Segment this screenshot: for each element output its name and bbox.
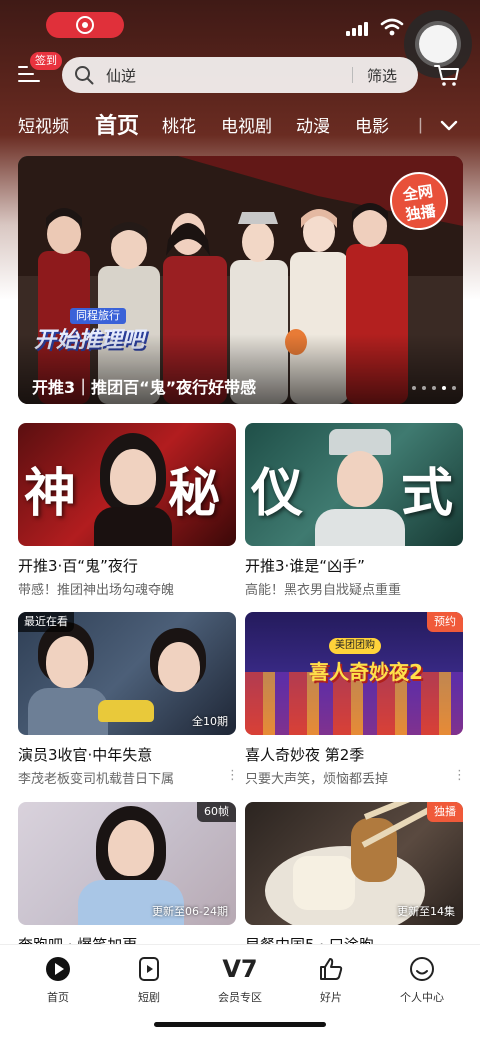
video-subtitle: 高能！黑衣男自戕疑点重重 (245, 583, 402, 598)
thumbnail-overlay-text: 仪 (251, 463, 304, 524)
tab-tv-series[interactable]: 电视剧 (221, 112, 272, 137)
nav-label: 会员专区 (218, 991, 262, 1004)
episode-count: 全10期 (192, 715, 228, 728)
update-status: 更新至06-24期 (152, 905, 228, 918)
video-card[interactable]: 神 秘 开推3·百“鬼”夜行 带感！推团神出场勾魂夺魄 (18, 423, 236, 603)
carousel-dot (422, 386, 426, 390)
exclusive-badge-line1: 全网 (401, 182, 434, 205)
nav-label: 首页 (47, 991, 69, 1004)
smiley-icon (410, 957, 434, 981)
tab-home[interactable]: 首页 (95, 108, 139, 140)
status-bar (0, 0, 480, 78)
chevron-down-icon[interactable] (437, 114, 461, 138)
nav-vip[interactable]: V7 会员专区 (200, 955, 280, 1011)
video-card[interactable]: 独播 更新至14集 早餐中国5 · 口涂胞 (245, 802, 463, 954)
search-query-text[interactable]: 仙逆 (106, 65, 136, 86)
signin-badge[interactable]: 签到 (30, 52, 62, 70)
nav-home[interactable]: 首页 (18, 955, 98, 1011)
sponsor-tag: 美团团购 (329, 638, 381, 654)
video-thumbnail[interactable]: 仪 式 (245, 423, 463, 546)
search-icon (75, 66, 94, 85)
figure-body (28, 688, 108, 735)
tab-movies[interactable]: 电影 (355, 112, 389, 137)
figure-face (337, 451, 383, 507)
cart-icon[interactable] (434, 63, 460, 87)
thumbs-up-icon (320, 958, 343, 980)
screen-record-indicator[interactable] (46, 12, 124, 38)
more-options-icon[interactable]: ⋮ (453, 768, 466, 783)
nav-label: 好片 (320, 991, 342, 1004)
tab-anime[interactable]: 动漫 (296, 112, 330, 137)
v7-vip-icon: V7 (222, 955, 258, 983)
home-indicator[interactable] (154, 1022, 326, 1027)
reserve-tag: 预约 (427, 612, 463, 632)
video-card[interactable]: 最近在看 全10期 演员3收官·中年失意 李茂老板变司机载昔日下属 ⋮ (18, 612, 239, 792)
video-card[interactable]: 美团团购 喜人奇妙夜2 预约 喜人奇妙夜 第2季 只要大声笑，烦恼都丢掉 ⋮ (245, 612, 466, 792)
video-thumbnail[interactable]: 60帧 更新至06-24期 (18, 802, 236, 925)
show-logo-text: 喜人奇妙夜2 (309, 660, 423, 684)
video-subtitle: 只要大声笑，烦恼都丢掉 (245, 772, 389, 787)
video-title[interactable]: 开推3·谁是“凶手” (245, 555, 463, 576)
figure-body (94, 507, 172, 546)
video-title[interactable]: 开推3·百“鬼”夜行 (18, 555, 236, 576)
nav-good-films[interactable]: 好片 (291, 955, 371, 1011)
figure-face (46, 636, 88, 688)
figure-face (110, 449, 156, 505)
nav-label: 个人中心 (400, 991, 444, 1004)
tab-peach-blossom[interactable]: 桃花 (162, 112, 196, 137)
toy-taxi (98, 700, 154, 722)
wifi-icon (380, 18, 404, 36)
tab-short-video[interactable]: 短视频 (18, 112, 69, 137)
carousel-dot (432, 386, 436, 390)
video-title[interactable]: 演员3收官·中年失意 (18, 744, 236, 765)
search-divider (352, 67, 353, 83)
video-thumbnail[interactable]: 美团团购 喜人奇妙夜2 预约 (245, 612, 463, 735)
thumbnail-overlay-text: 神 (24, 463, 77, 524)
update-status: 更新至14集 (397, 905, 455, 918)
record-icon (76, 16, 94, 34)
video-subtitle: 带感！推团神出场勾魂夺魄 (18, 583, 175, 598)
play-home-icon (46, 957, 70, 981)
carousel-dot (452, 386, 456, 390)
exclusive-badge-line2: 独播 (404, 201, 437, 224)
carousel-dot (412, 386, 416, 390)
search-bar[interactable]: 仙逆 筛选 (62, 57, 418, 93)
nav-short-drama[interactable]: 短剧 (109, 955, 189, 1011)
video-thumbnail[interactable]: 神 秘 (18, 423, 236, 546)
carousel-dot-active (442, 386, 446, 390)
filter-button[interactable]: 筛选 (367, 65, 397, 86)
video-card[interactable]: 60帧 更新至06-24期 奔跑吧 · 爆笑加更 (18, 802, 236, 954)
tab-partial[interactable]: 丨 (412, 112, 429, 137)
category-tabs: 短视频 首页 桃花 电视剧 动漫 电影 丨 (0, 106, 480, 144)
video-subtitle: 李茂老板变司机载昔日下属 (18, 772, 175, 787)
cellular-signal-icon (346, 22, 372, 36)
video-thumbnail[interactable]: 独播 更新至14集 (245, 802, 463, 925)
video-title[interactable]: 喜人奇妙夜 第2季 (245, 744, 463, 765)
figure-face (158, 642, 200, 692)
radish-slice (293, 856, 355, 910)
short-drama-icon (139, 957, 159, 981)
figure-body (315, 509, 405, 546)
thumbnail-overlay-text: 式 (401, 463, 454, 524)
figure-face (108, 820, 154, 876)
video-thumbnail[interactable]: 最近在看 全10期 (18, 612, 236, 735)
hero-banner[interactable]: 全网 独播 同程旅行 开始推理吧 开推3｜推团百“鬼”夜行好带感 (18, 156, 463, 404)
carousel-indicator (412, 386, 462, 392)
framerate-tag: 60帧 (197, 802, 236, 822)
more-options-icon[interactable]: ⋮ (226, 768, 239, 783)
recently-watched-tag: 最近在看 (18, 612, 74, 632)
exclusive-tag: 独播 (427, 802, 463, 822)
thumbnail-overlay-text: 秘 (168, 463, 221, 524)
hero-caption: 开推3｜推团百“鬼”夜行好带感 (32, 378, 257, 397)
video-card[interactable]: 仪 式 开推3·谁是“凶手” 高能！黑衣男自戕疑点重重 (245, 423, 463, 603)
nav-label: 短剧 (138, 991, 160, 1004)
nav-profile[interactable]: 个人中心 (382, 955, 462, 1011)
